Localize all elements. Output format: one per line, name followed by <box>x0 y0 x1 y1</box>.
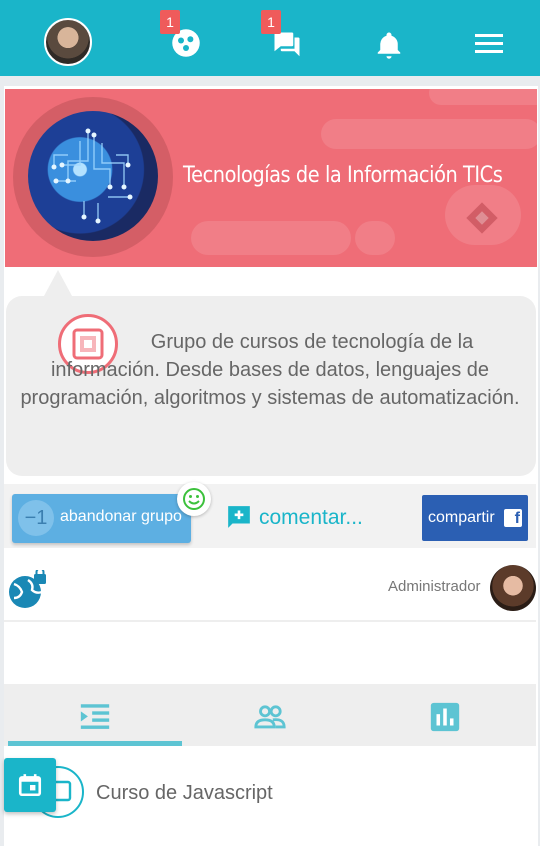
group-description: Grupo de cursos de tecnología de la info… <box>20 328 520 412</box>
leave-group-label: abandonar grupo <box>60 508 182 525</box>
tab-stats[interactable] <box>428 700 462 734</box>
description-line-1: Grupo de cursos de tecnología de la <box>150 331 474 353</box>
share-label: compartir <box>428 509 495 526</box>
calendar-icon <box>18 774 42 797</box>
tab-members[interactable] <box>253 700 287 734</box>
menu-icon[interactable] <box>475 34 503 54</box>
member-count-badge: −1 <box>18 500 54 536</box>
user-avatar[interactable] <box>44 18 92 66</box>
groups-badge: 1 <box>160 10 180 34</box>
comment-add-icon <box>228 506 250 528</box>
group-hero: Tecnologías de la Información TICs <box>5 89 537 267</box>
description-pointer <box>44 270 72 296</box>
active-tab-indicator <box>8 741 182 746</box>
group-logo <box>28 111 158 241</box>
admin-avatar[interactable] <box>490 565 536 611</box>
group-title: Tecnologías de la Información TICs <box>183 163 503 188</box>
messages-badge: 1 <box>261 10 281 34</box>
leave-group-button[interactable]: −1 abandonar grupo <box>12 494 191 543</box>
share-button[interactable]: compartir f <box>422 495 528 541</box>
comment-label: comentar... <box>259 506 363 529</box>
admin-label: Administrador <box>388 578 481 595</box>
description-rest: información. Desde bases de datos, lengu… <box>20 359 520 409</box>
facebook-icon: f <box>504 509 522 527</box>
circuit-brain-icon <box>51 128 133 224</box>
bell-icon[interactable] <box>374 30 404 60</box>
tab-courses[interactable] <box>78 700 112 734</box>
diamond-icon <box>466 202 498 234</box>
public-lock-icon[interactable] <box>6 570 48 610</box>
course-title[interactable]: Curso de Javascript <box>96 782 273 805</box>
empty-row <box>4 624 536 684</box>
smile-icon[interactable] <box>177 482 211 516</box>
calendar-button[interactable] <box>4 758 56 812</box>
messages-icon[interactable] <box>272 30 302 60</box>
